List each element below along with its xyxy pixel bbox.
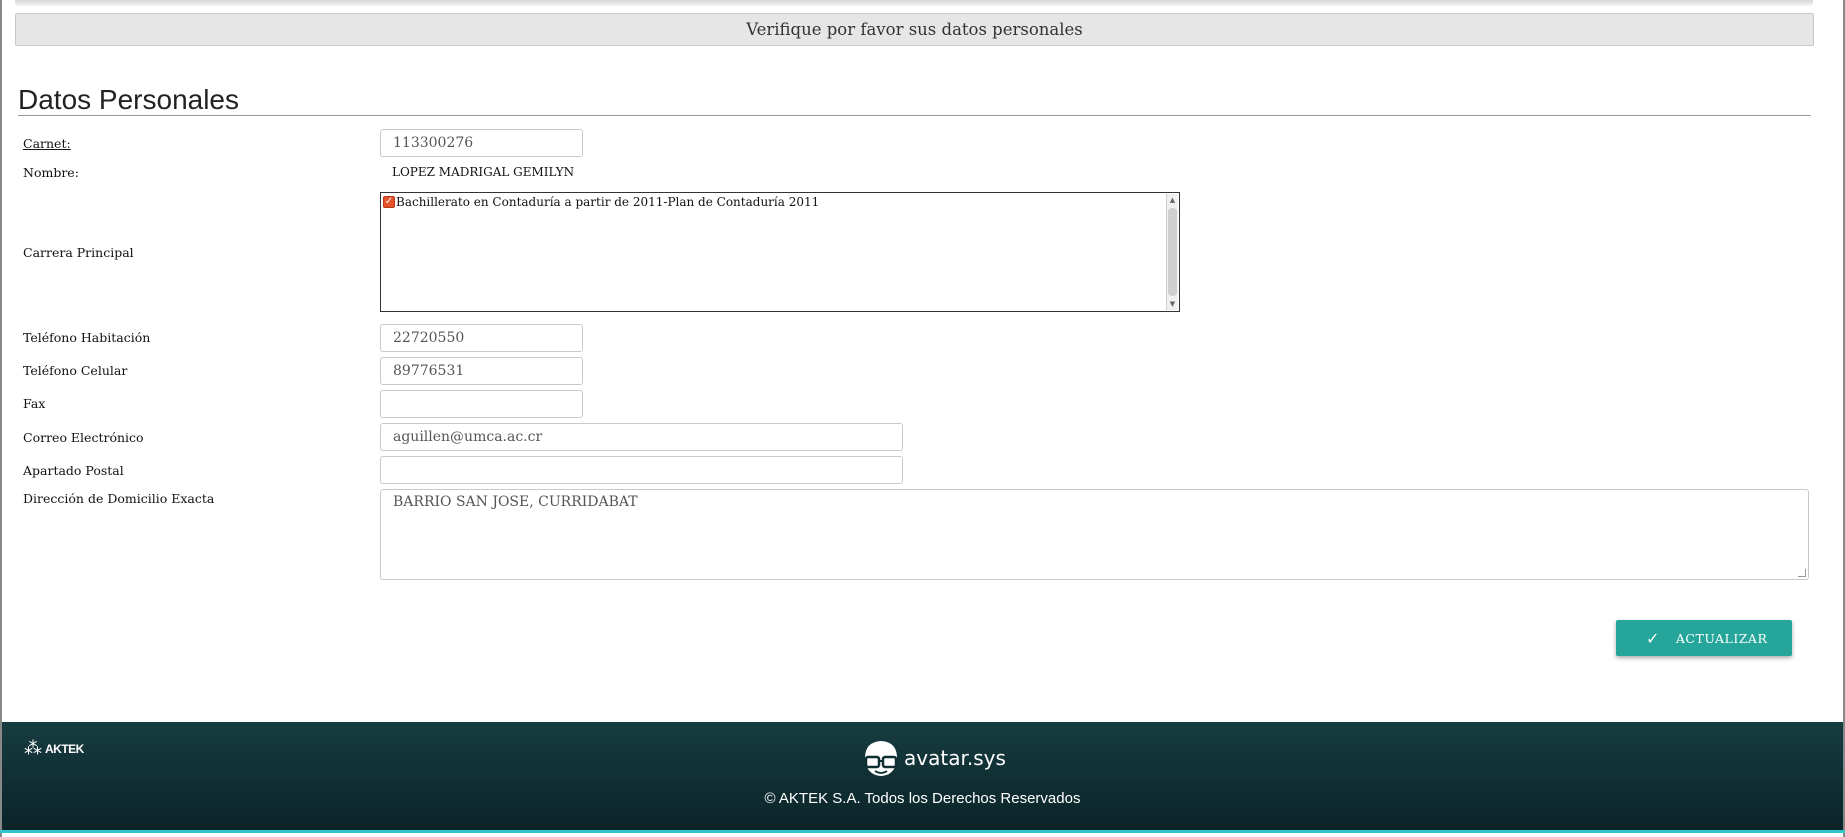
section-divider — [18, 115, 1811, 116]
resize-handle-icon[interactable] — [1798, 569, 1806, 577]
carrera-option[interactable]: ✓ Bachillerato en Contaduría a partir de… — [383, 195, 819, 209]
correo-input[interactable]: aguillen@umca.ac.cr — [380, 423, 903, 451]
scroll-up-icon[interactable]: ▲ — [1167, 194, 1178, 206]
carnet-input[interactable]: 113300276 — [380, 129, 583, 157]
tel-hab-input[interactable]: 22720550 — [380, 324, 583, 352]
aktek-logo-text: AKTEK — [45, 741, 84, 756]
avatar-sys-logo: avatar.sys — [860, 738, 1006, 778]
nombre-value: LOPEZ MADRIGAL GEMILYN — [392, 165, 575, 179]
checkbox-checked-icon[interactable]: ✓ — [383, 196, 395, 208]
scroll-down-icon[interactable]: ▼ — [1167, 298, 1178, 310]
actualizar-button[interactable]: ✓ ACTUALIZAR — [1616, 620, 1792, 656]
avatar-face-icon — [864, 741, 898, 776]
tel-cel-input[interactable]: 89776531 — [380, 357, 583, 385]
actualizar-button-label: ACTUALIZAR — [1675, 630, 1768, 646]
avatar-sys-brand: avatar.sys — [904, 746, 1006, 770]
scrollbar-thumb[interactable] — [1168, 208, 1177, 296]
carrera-option-label: Bachillerato en Contaduría a partir de 2… — [396, 195, 820, 209]
fax-label: Fax — [23, 396, 46, 411]
section-title: Datos Personales — [18, 84, 240, 115]
listbox-scrollbar[interactable]: ▲ ▼ — [1166, 194, 1178, 310]
nombre-label: Nombre: — [23, 165, 79, 180]
top-shadow — [15, 0, 1813, 6]
tel-cel-label: Teléfono Celular — [23, 363, 128, 378]
direccion-value: BARRIO SAN JOSE, CURRIDABAT — [393, 494, 638, 510]
direccion-textarea[interactable]: BARRIO SAN JOSE, CURRIDABAT — [380, 489, 1809, 580]
tel-hab-label: Teléfono Habitación — [23, 330, 151, 345]
carnet-label: Carnet: — [23, 136, 71, 151]
apartado-input[interactable] — [380, 456, 903, 484]
copyright-text: © AKTEK S.A. Todos los Derechos Reservad… — [764, 790, 1081, 807]
page-frame — [0, 0, 1845, 837]
direccion-label: Dirección de Domicilio Exacta — [23, 491, 215, 506]
apartado-label: Apartado Postal — [23, 463, 124, 478]
fax-input[interactable] — [380, 390, 583, 418]
aktek-logo: ⁂ AKTEK — [24, 738, 84, 759]
aktek-logo-icon: ⁂ — [24, 738, 42, 759]
verification-banner: Verifique por favor sus datos personales — [15, 13, 1814, 46]
carrera-listbox[interactable]: ✓ Bachillerato en Contaduría a partir de… — [380, 192, 1180, 312]
correo-label: Correo Electrónico — [23, 430, 144, 445]
footer-accent-line — [0, 830, 1845, 833]
check-icon: ✓ — [1646, 628, 1660, 648]
carrera-label: Carrera Principal — [23, 245, 134, 260]
